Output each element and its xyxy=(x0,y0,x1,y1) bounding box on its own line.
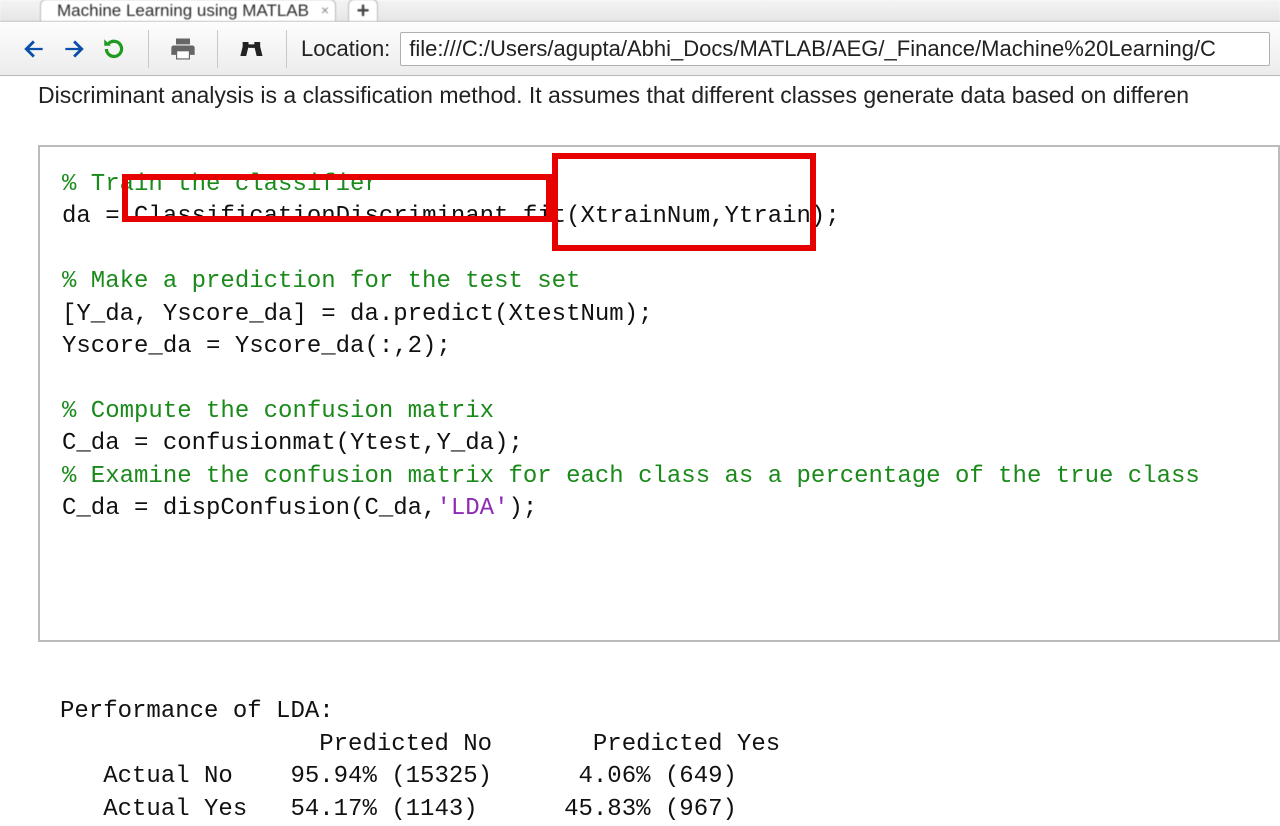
print-button[interactable] xyxy=(167,33,199,65)
output-row: Actual Yes 54.17% (1143) 45.83% (967) xyxy=(60,796,737,823)
intro-text: Discriminant analysis is a classificatio… xyxy=(38,82,1280,109)
code-line: C_da = confusionmat(Ytest,Y_da); xyxy=(62,430,523,457)
code-block: % Train the classifier da = Classificati… xyxy=(38,145,1280,642)
browser-tab[interactable]: Machine Learning using MATLAB × xyxy=(40,0,336,21)
print-icon xyxy=(169,35,197,63)
code-text: ClassificationDiscriminant.fit xyxy=(134,203,566,230)
code-text: ; xyxy=(825,203,839,230)
output-title: Performance of LDA: xyxy=(60,698,334,725)
tab-strip: Machine Learning using MATLAB × + xyxy=(0,0,1280,22)
highlight-box xyxy=(552,153,816,251)
code-text: (XtrainNum,Ytrain) xyxy=(566,203,825,230)
back-button[interactable] xyxy=(18,33,50,65)
print-group xyxy=(159,33,207,65)
toolbar-separator xyxy=(148,30,149,68)
arrow-left-icon xyxy=(21,36,47,62)
location-label: Location: xyxy=(301,36,390,62)
code-line: Yscore_da = Yscore_da(:,2); xyxy=(62,333,451,360)
arrow-right-icon xyxy=(61,36,87,62)
code-comment: % Examine the confusion matrix for each … xyxy=(62,463,1200,490)
find-group xyxy=(228,33,276,65)
forward-button[interactable] xyxy=(58,33,90,65)
code-line: C_da = dispConfusion(C_da,'LDA'); xyxy=(62,495,537,522)
console-output: Performance of LDA: Predicted No Predict… xyxy=(38,696,1280,826)
output-row: Actual No 95.94% (15325) 4.06% (649) xyxy=(60,763,737,790)
code-comment: % Train the classifier xyxy=(62,171,379,198)
code-comment: % Make a prediction for the test set xyxy=(62,268,580,295)
binoculars-icon xyxy=(238,35,266,63)
toolbar-separator xyxy=(217,30,218,68)
toolbar-separator xyxy=(286,30,287,68)
code-comment: % Compute the confusion matrix xyxy=(62,398,494,425)
code-text: ); xyxy=(508,495,537,522)
close-icon[interactable]: × xyxy=(321,2,329,18)
code-text: C_da = dispConfusion(C_da, xyxy=(62,495,436,522)
location-input[interactable] xyxy=(400,32,1270,66)
code-text: da = xyxy=(62,203,134,230)
nav-buttons xyxy=(10,33,138,65)
new-tab-button[interactable]: + xyxy=(348,0,378,21)
code-line: da = ClassificationDiscriminant.fit(Xtra… xyxy=(62,203,840,230)
browser-toolbar: Location: xyxy=(0,22,1280,76)
find-button[interactable] xyxy=(236,33,268,65)
output-header: Predicted No Predicted Yes xyxy=(60,731,780,758)
reload-button[interactable] xyxy=(98,33,130,65)
code-line: [Y_da, Yscore_da] = da.predict(XtestNum)… xyxy=(62,301,653,328)
tab-title: Machine Learning using MATLAB xyxy=(57,1,309,21)
reload-icon xyxy=(101,36,127,62)
code-string: 'LDA' xyxy=(436,495,508,522)
page-content: Discriminant analysis is a classificatio… xyxy=(0,76,1280,826)
